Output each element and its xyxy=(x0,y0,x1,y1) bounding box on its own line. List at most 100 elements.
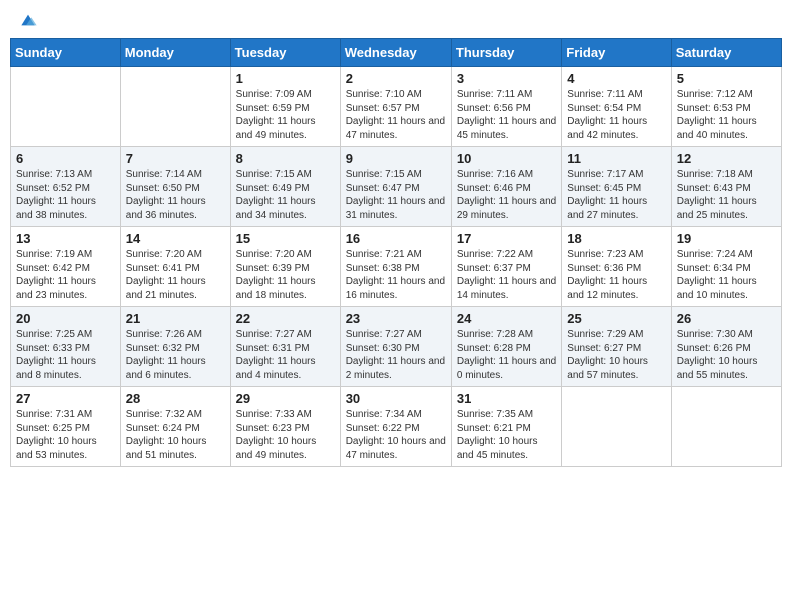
calendar-day-cell: 26 Sunrise: 7:30 AM Sunset: 6:26 PM Dayli… xyxy=(671,307,781,387)
day-info: Sunrise: 7:13 AM Sunset: 6:52 PM Dayligh… xyxy=(16,168,115,222)
day-number: 29 xyxy=(236,391,335,406)
day-number: 30 xyxy=(346,391,446,406)
calendar-day-cell: 16 Sunrise: 7:21 AM Sunset: 6:38 PM Dayli… xyxy=(340,227,451,307)
calendar-day-cell: 13 Sunrise: 7:19 AM Sunset: 6:42 PM Dayli… xyxy=(11,227,121,307)
calendar-day-cell: 14 Sunrise: 7:20 AM Sunset: 6:41 PM Dayli… xyxy=(120,227,230,307)
day-info: Sunrise: 7:16 AM Sunset: 6:46 PM Dayligh… xyxy=(457,168,556,222)
day-of-week-header: Friday xyxy=(562,39,671,67)
day-number: 9 xyxy=(346,151,446,166)
calendar-day-cell: 17 Sunrise: 7:22 AM Sunset: 6:37 PM Dayli… xyxy=(451,227,561,307)
day-number: 25 xyxy=(567,311,665,326)
day-info: Sunrise: 7:25 AM Sunset: 6:33 PM Dayligh… xyxy=(16,328,115,382)
day-number: 10 xyxy=(457,151,556,166)
day-number: 14 xyxy=(126,231,225,246)
calendar-day-cell: 9 Sunrise: 7:15 AM Sunset: 6:47 PM Daylig… xyxy=(340,147,451,227)
day-number: 6 xyxy=(16,151,115,166)
day-info: Sunrise: 7:22 AM Sunset: 6:37 PM Dayligh… xyxy=(457,248,556,302)
day-number: 13 xyxy=(16,231,115,246)
day-number: 26 xyxy=(677,311,776,326)
logo xyxy=(14,10,38,30)
day-number: 8 xyxy=(236,151,335,166)
day-number: 19 xyxy=(677,231,776,246)
day-info: Sunrise: 7:23 AM Sunset: 6:36 PM Dayligh… xyxy=(567,248,665,302)
calendar-day-cell: 10 Sunrise: 7:16 AM Sunset: 6:46 PM Dayli… xyxy=(451,147,561,227)
day-number: 7 xyxy=(126,151,225,166)
calendar-week-row: 13 Sunrise: 7:19 AM Sunset: 6:42 PM Dayli… xyxy=(11,227,782,307)
calendar-day-cell: 29 Sunrise: 7:33 AM Sunset: 6:23 PM Dayli… xyxy=(230,387,340,467)
day-number: 21 xyxy=(126,311,225,326)
day-number: 4 xyxy=(567,71,665,86)
day-info: Sunrise: 7:19 AM Sunset: 6:42 PM Dayligh… xyxy=(16,248,115,302)
calendar-day-cell: 27 Sunrise: 7:31 AM Sunset: 6:25 PM Dayli… xyxy=(11,387,121,467)
day-number: 31 xyxy=(457,391,556,406)
day-info: Sunrise: 7:17 AM Sunset: 6:45 PM Dayligh… xyxy=(567,168,665,222)
calendar-day-cell: 11 Sunrise: 7:17 AM Sunset: 6:45 PM Dayli… xyxy=(562,147,671,227)
day-number: 24 xyxy=(457,311,556,326)
day-number: 18 xyxy=(567,231,665,246)
day-number: 28 xyxy=(126,391,225,406)
day-info: Sunrise: 7:33 AM Sunset: 6:23 PM Dayligh… xyxy=(236,408,335,462)
calendar-day-cell: 7 Sunrise: 7:14 AM Sunset: 6:50 PM Daylig… xyxy=(120,147,230,227)
day-number: 23 xyxy=(346,311,446,326)
calendar-day-cell: 23 Sunrise: 7:27 AM Sunset: 6:30 PM Dayli… xyxy=(340,307,451,387)
day-info: Sunrise: 7:15 AM Sunset: 6:47 PM Dayligh… xyxy=(346,168,446,222)
calendar-table: SundayMondayTuesdayWednesdayThursdayFrid… xyxy=(10,38,782,467)
calendar-day-cell: 6 Sunrise: 7:13 AM Sunset: 6:52 PM Daylig… xyxy=(11,147,121,227)
calendar-day-cell: 22 Sunrise: 7:27 AM Sunset: 6:31 PM Dayli… xyxy=(230,307,340,387)
calendar-day-cell: 8 Sunrise: 7:15 AM Sunset: 6:49 PM Daylig… xyxy=(230,147,340,227)
day-info: Sunrise: 7:27 AM Sunset: 6:30 PM Dayligh… xyxy=(346,328,446,382)
calendar-day-cell: 4 Sunrise: 7:11 AM Sunset: 6:54 PM Daylig… xyxy=(562,67,671,147)
day-number: 2 xyxy=(346,71,446,86)
day-info: Sunrise: 7:10 AM Sunset: 6:57 PM Dayligh… xyxy=(346,88,446,142)
day-info: Sunrise: 7:35 AM Sunset: 6:21 PM Dayligh… xyxy=(457,408,556,462)
day-info: Sunrise: 7:29 AM Sunset: 6:27 PM Dayligh… xyxy=(567,328,665,382)
calendar-day-cell xyxy=(671,387,781,467)
day-number: 12 xyxy=(677,151,776,166)
day-info: Sunrise: 7:20 AM Sunset: 6:39 PM Dayligh… xyxy=(236,248,335,302)
calendar-day-cell: 24 Sunrise: 7:28 AM Sunset: 6:28 PM Dayli… xyxy=(451,307,561,387)
calendar-day-cell: 2 Sunrise: 7:10 AM Sunset: 6:57 PM Daylig… xyxy=(340,67,451,147)
calendar-day-cell: 15 Sunrise: 7:20 AM Sunset: 6:39 PM Dayli… xyxy=(230,227,340,307)
calendar-header-row: SundayMondayTuesdayWednesdayThursdayFrid… xyxy=(11,39,782,67)
calendar-week-row: 1Sunrise: 7:09 AM Sunset: 6:59 PM Daylig… xyxy=(11,67,782,147)
day-info: Sunrise: 7:18 AM Sunset: 6:43 PM Dayligh… xyxy=(677,168,776,222)
day-of-week-header: Saturday xyxy=(671,39,781,67)
logo-icon xyxy=(18,10,38,30)
day-number: 16 xyxy=(346,231,446,246)
day-info: Sunrise: 7:26 AM Sunset: 6:32 PM Dayligh… xyxy=(126,328,225,382)
day-info: Sunrise: 7:28 AM Sunset: 6:28 PM Dayligh… xyxy=(457,328,556,382)
day-number: 1 xyxy=(236,71,335,86)
calendar-week-row: 20Sunrise: 7:25 AM Sunset: 6:33 PM Dayli… xyxy=(11,307,782,387)
calendar-day-cell xyxy=(120,67,230,147)
day-info: Sunrise: 7:21 AM Sunset: 6:38 PM Dayligh… xyxy=(346,248,446,302)
page-header xyxy=(10,10,782,30)
calendar-week-row: 6 Sunrise: 7:13 AM Sunset: 6:52 PM Daylig… xyxy=(11,147,782,227)
day-info: Sunrise: 7:20 AM Sunset: 6:41 PM Dayligh… xyxy=(126,248,225,302)
day-number: 11 xyxy=(567,151,665,166)
day-info: Sunrise: 7:14 AM Sunset: 6:50 PM Dayligh… xyxy=(126,168,225,222)
day-number: 15 xyxy=(236,231,335,246)
day-info: Sunrise: 7:24 AM Sunset: 6:34 PM Dayligh… xyxy=(677,248,776,302)
calendar-day-cell: 21 Sunrise: 7:26 AM Sunset: 6:32 PM Dayli… xyxy=(120,307,230,387)
calendar-day-cell: 28Sunrise: 7:32 AM Sunset: 6:24 PM Dayli… xyxy=(120,387,230,467)
calendar-day-cell xyxy=(11,67,121,147)
day-info: Sunrise: 7:15 AM Sunset: 6:49 PM Dayligh… xyxy=(236,168,335,222)
day-of-week-header: Wednesday xyxy=(340,39,451,67)
day-info: Sunrise: 7:34 AM Sunset: 6:22 PM Dayligh… xyxy=(346,408,446,462)
day-info: Sunrise: 7:11 AM Sunset: 6:56 PM Dayligh… xyxy=(457,88,556,142)
day-info: Sunrise: 7:27 AM Sunset: 6:31 PM Dayligh… xyxy=(236,328,335,382)
day-number: 5 xyxy=(677,71,776,86)
calendar-day-cell: 1Sunrise: 7:09 AM Sunset: 6:59 PM Daylig… xyxy=(230,67,340,147)
day-number: 17 xyxy=(457,231,556,246)
day-of-week-header: Thursday xyxy=(451,39,561,67)
day-info: Sunrise: 7:30 AM Sunset: 6:26 PM Dayligh… xyxy=(677,328,776,382)
day-info: Sunrise: 7:11 AM Sunset: 6:54 PM Dayligh… xyxy=(567,88,665,142)
calendar-day-cell: 3Sunrise: 7:11 AM Sunset: 6:56 PM Daylig… xyxy=(451,67,561,147)
calendar-week-row: 27 Sunrise: 7:31 AM Sunset: 6:25 PM Dayli… xyxy=(11,387,782,467)
calendar-day-cell: 20Sunrise: 7:25 AM Sunset: 6:33 PM Dayli… xyxy=(11,307,121,387)
calendar-day-cell: 12 Sunrise: 7:18 AM Sunset: 6:43 PM Dayli… xyxy=(671,147,781,227)
day-info: Sunrise: 7:31 AM Sunset: 6:25 PM Dayligh… xyxy=(16,408,115,462)
day-number: 27 xyxy=(16,391,115,406)
day-info: Sunrise: 7:12 AM Sunset: 6:53 PM Dayligh… xyxy=(677,88,776,142)
day-number: 22 xyxy=(236,311,335,326)
